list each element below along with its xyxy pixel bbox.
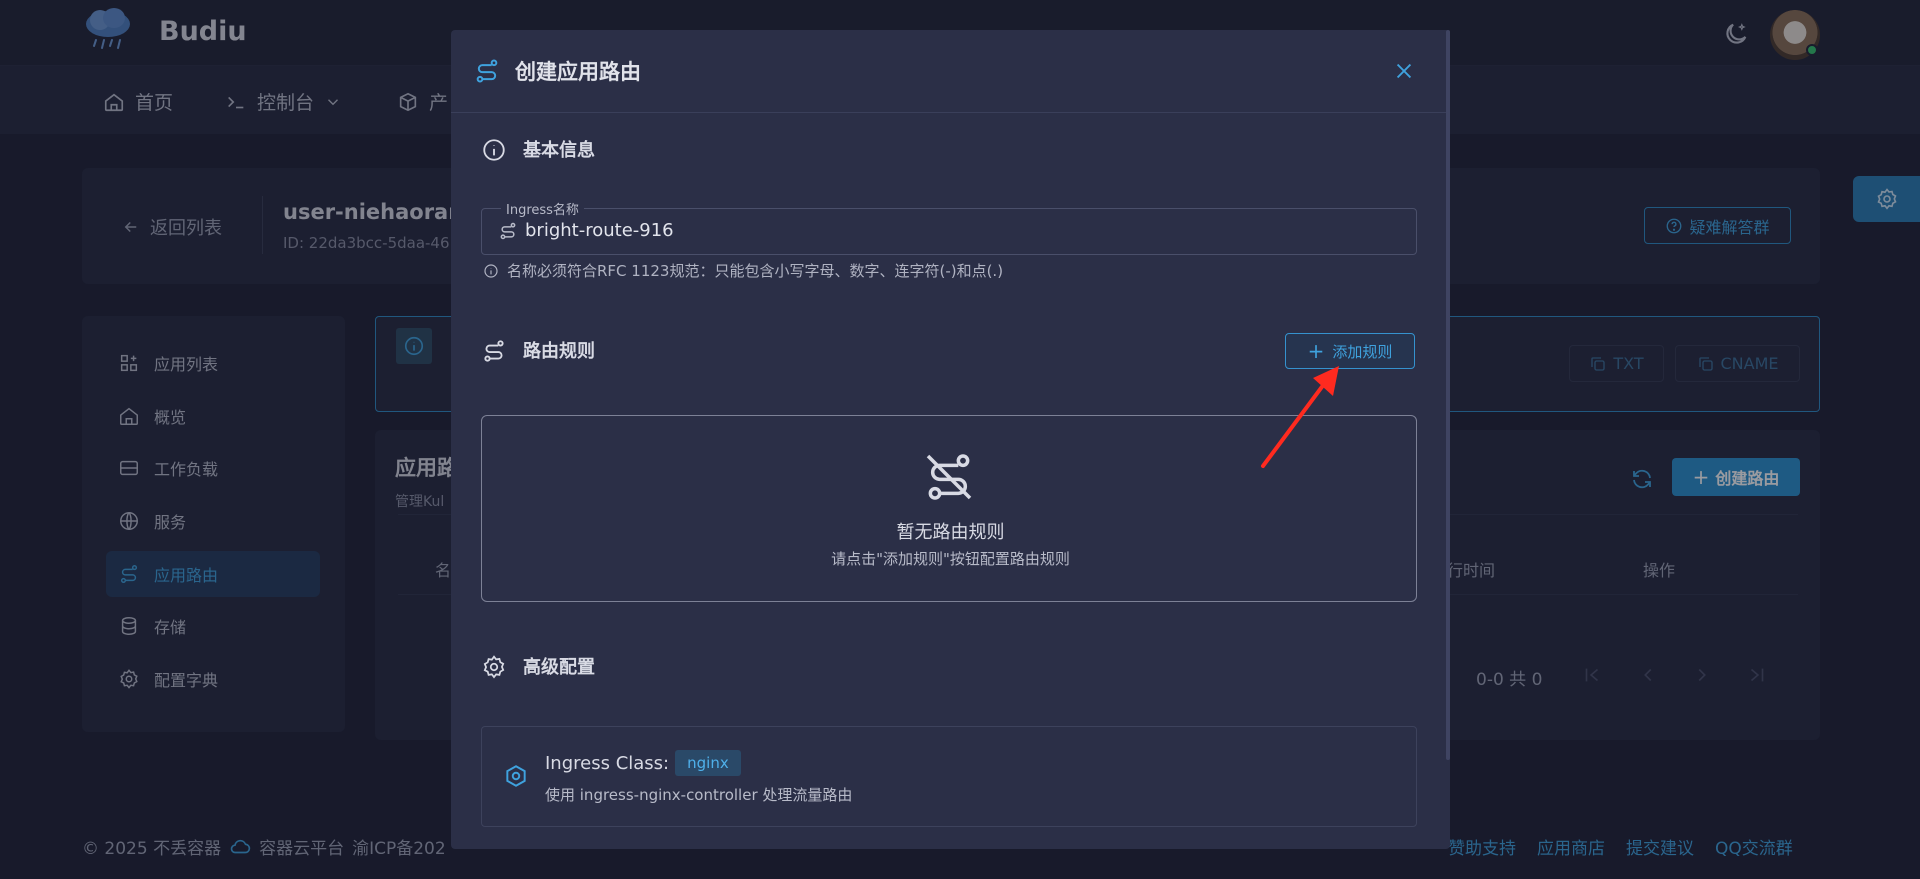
ingress-class-description: 使用 ingress-nginx-controller 处理流量路由 xyxy=(545,786,853,804)
info-icon xyxy=(483,139,505,161)
ingress-name-input[interactable]: bright-route-916 xyxy=(525,220,674,241)
route-off-icon xyxy=(926,454,972,500)
ingress-class-card xyxy=(481,726,1417,827)
section-route-rules: 路由规则 xyxy=(523,341,595,362)
empty-rules-title: 暂无路由规则 xyxy=(896,522,1005,543)
route-icon xyxy=(484,340,504,362)
hexagon-icon xyxy=(506,765,526,787)
add-rule-label: 添加规则 xyxy=(1332,342,1393,361)
ingress-class-tag: nginx xyxy=(675,750,741,776)
section-basic-info: 基本信息 xyxy=(523,140,595,161)
route-icon xyxy=(476,59,498,83)
route-icon xyxy=(500,222,516,240)
ingress-name-hint: 名称必须符合RFC 1123规范：只能包含小写字母、数字、连字符(-)和点(.) xyxy=(483,260,1003,281)
annotation-arrow-icon xyxy=(1261,366,1339,468)
plus-icon: + xyxy=(1307,339,1325,363)
ingress-class-row: Ingress Class: nginx xyxy=(545,750,741,776)
empty-rules-subtitle: 请点击"添加规则"按钮配置路由规则 xyxy=(831,550,1070,568)
info-icon xyxy=(484,263,498,278)
section-advanced: 高级配置 xyxy=(523,657,595,678)
gear-icon xyxy=(483,655,505,679)
close-icon[interactable] xyxy=(1393,60,1415,82)
dialog-scrollbar[interactable] xyxy=(1446,30,1450,760)
hint-text: 名称必须符合RFC 1123规范：只能包含小写字母、数字、连字符(-)和点(.) xyxy=(507,262,1004,280)
ingress-name-label: Ingress名称 xyxy=(501,199,584,218)
dialog-title: 创建应用路由 xyxy=(515,60,641,84)
ingress-class-label: Ingress Class: xyxy=(545,752,670,774)
